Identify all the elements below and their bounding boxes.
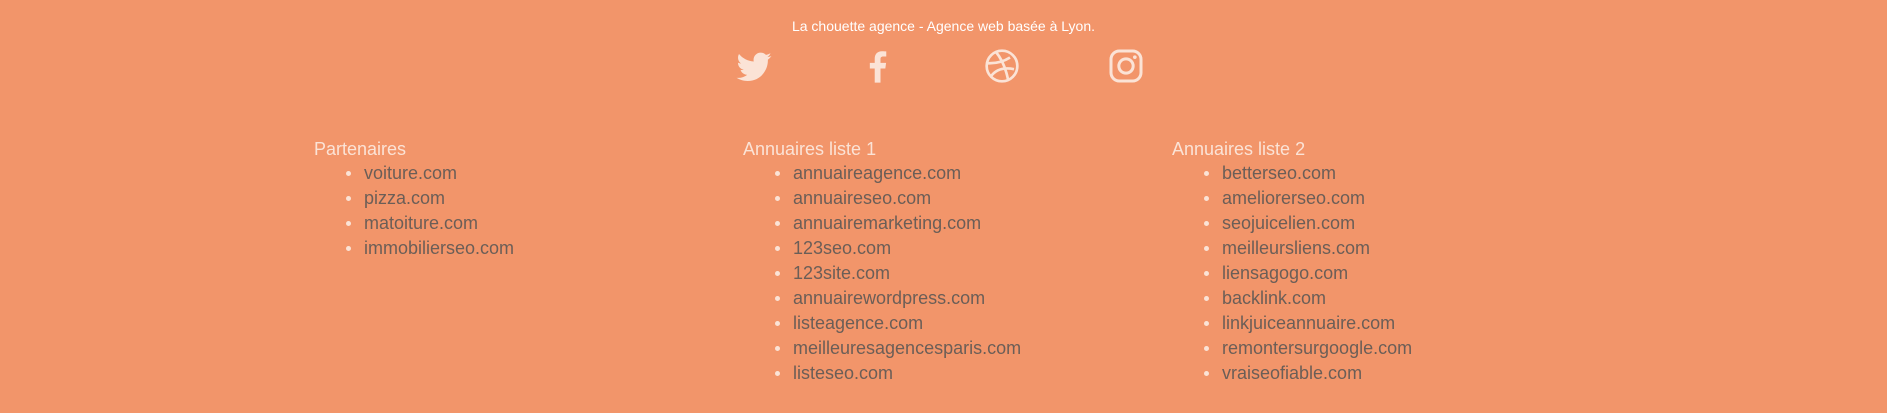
list-item: linkjuiceannuaire.com <box>1204 311 1552 336</box>
list-item: betterseo.com <box>1204 161 1552 186</box>
link[interactable]: voiture.com <box>364 163 457 183</box>
list-item: voiture.com <box>346 161 694 186</box>
column-title: Annuaires liste 1 <box>743 139 877 159</box>
list-item: pizza.com <box>346 186 694 211</box>
dribbble-icon <box>985 49 1019 83</box>
link[interactable]: vraiseofiable.com <box>1222 363 1362 383</box>
list-item: 123site.com <box>775 261 1123 286</box>
link[interactable]: seojuicelien.com <box>1222 213 1355 233</box>
social-links <box>734 46 1146 86</box>
list-item: matoiture.com <box>346 211 694 236</box>
list-item: vraiseofiable.com <box>1204 361 1552 386</box>
instagram-link[interactable] <box>1106 46 1146 86</box>
link[interactable]: listeseo.com <box>793 363 893 383</box>
link[interactable]: 123seo.com <box>793 238 891 258</box>
link[interactable]: 123site.com <box>793 263 890 283</box>
list-item: listeseo.com <box>775 361 1123 386</box>
list-item: annuaireagence.com <box>775 161 1123 186</box>
list-item: seojuicelien.com <box>1204 211 1552 236</box>
list-item: ameliorerseo.com <box>1204 186 1552 211</box>
link-list: voiture.com pizza.com matoiture.com immo… <box>314 161 694 261</box>
link[interactable]: linkjuiceannuaire.com <box>1222 313 1395 333</box>
link[interactable]: annuairemarketing.com <box>793 213 981 233</box>
list-item: meilleuresagencesparis.com <box>775 336 1123 361</box>
link[interactable]: annuaireseo.com <box>793 188 931 208</box>
column-title: Annuaires liste 2 <box>1172 139 1306 159</box>
link[interactable]: remontersurgoogle.com <box>1222 338 1412 358</box>
directories-1-column: Annuaires liste 1 annuaireagence.com ann… <box>743 138 1123 386</box>
link[interactable]: listeagence.com <box>793 313 923 333</box>
site-footer: La chouette agence - Agence web basée à … <box>0 0 1887 413</box>
link[interactable]: matoiture.com <box>364 213 478 233</box>
link[interactable]: ameliorerseo.com <box>1222 188 1365 208</box>
link[interactable]: annuaireagence.com <box>793 163 961 183</box>
dribbble-link[interactable] <box>982 46 1022 86</box>
list-item: remontersurgoogle.com <box>1204 336 1552 361</box>
link[interactable]: liensagogo.com <box>1222 263 1348 283</box>
list-item: annuaireseo.com <box>775 186 1123 211</box>
twitter-icon <box>736 52 772 81</box>
link[interactable]: meilleuresagencesparis.com <box>793 338 1021 358</box>
link[interactable]: backlink.com <box>1222 288 1326 308</box>
footer-tagline: La chouette agence - Agence web basée à … <box>791 18 1096 34</box>
link-list: betterseo.com ameliorerseo.com seojuicel… <box>1172 161 1552 386</box>
link[interactable]: meilleursliens.com <box>1222 238 1370 258</box>
list-item: annuairewordpress.com <box>775 286 1123 311</box>
list-item: listeagence.com <box>775 311 1123 336</box>
list-item: backlink.com <box>1204 286 1552 311</box>
list-item: immobilierseo.com <box>346 236 694 261</box>
list-item: 123seo.com <box>775 236 1123 261</box>
link[interactable]: annuairewordpress.com <box>793 288 985 308</box>
instagram-icon <box>1109 49 1143 83</box>
column-title: Partenaires <box>314 139 407 159</box>
list-item: meilleursliens.com <box>1204 236 1552 261</box>
directories-2-column: Annuaires liste 2 betterseo.com ameliore… <box>1172 138 1552 386</box>
link[interactable]: immobilierseo.com <box>364 238 514 258</box>
facebook-link[interactable] <box>858 46 898 86</box>
list-item: liensagogo.com <box>1204 261 1552 286</box>
link-list: annuaireagence.com annuaireseo.com annua… <box>743 161 1123 386</box>
link[interactable]: betterseo.com <box>1222 163 1336 183</box>
twitter-link[interactable] <box>734 46 774 86</box>
facebook-icon <box>869 51 887 83</box>
link[interactable]: pizza.com <box>364 188 445 208</box>
list-item: annuairemarketing.com <box>775 211 1123 236</box>
partners-column: Partenaires voiture.com pizza.com matoit… <box>314 138 694 261</box>
